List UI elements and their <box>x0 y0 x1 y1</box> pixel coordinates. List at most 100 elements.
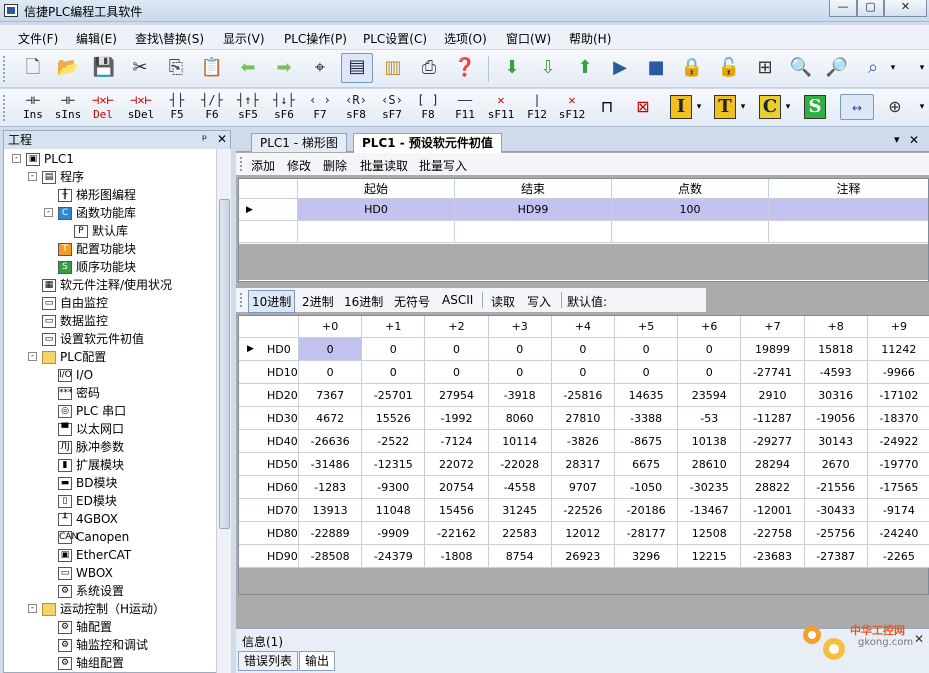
save-icon[interactable]: 💾 <box>91 55 117 81</box>
stop-icon[interactable]: ■ <box>643 55 669 81</box>
value-cell[interactable]: 0 <box>425 338 489 361</box>
value-cell[interactable]: -22162 <box>425 522 489 545</box>
value-cell[interactable]: 0 <box>299 338 363 361</box>
value-cell[interactable]: -9909 <box>362 522 426 545</box>
tree-item[interactable]: 运动控制（H运动） <box>42 600 165 618</box>
value-cell[interactable]: -9174 <box>867 499 929 522</box>
binoculars-icon[interactable]: ⌖ <box>307 55 333 81</box>
empty-row-header[interactable] <box>239 221 298 243</box>
value-cell[interactable]: 23594 <box>678 384 742 407</box>
vertical-line-button[interactable]: | F12 <box>520 92 554 124</box>
tree-item[interactable]: ▭ 设置软元件初值 <box>42 330 144 348</box>
tree-item[interactable]: ▭ WBOX <box>58 564 113 582</box>
tree-item[interactable]: CANCanopen <box>58 528 129 546</box>
tree-item[interactable]: ⚙ 轴配置 <box>58 618 112 636</box>
paste-icon[interactable]: 📋 <box>199 55 225 81</box>
tree-item[interactable]: ⚙ 轴监控和调试 <box>58 636 148 654</box>
value-cell[interactable]: 28822 <box>741 476 805 499</box>
value-column-header[interactable]: +8 <box>804 316 868 338</box>
menu-view[interactable]: 显示(V) <box>223 30 265 47</box>
value-cell[interactable]: -30235 <box>678 476 742 499</box>
row-selector-arrow[interactable]: ▶ <box>239 199 298 221</box>
value-cell[interactable]: -3388 <box>615 407 679 430</box>
zoom-in-icon[interactable]: ⊕ <box>882 94 908 120</box>
tree-item[interactable]: ▮ 扩展模块 <box>58 456 124 474</box>
value-cell[interactable]: -27387 <box>804 545 868 568</box>
tree-item[interactable]: P 默认库 <box>74 222 128 240</box>
value-cell[interactable]: 0 <box>362 338 426 361</box>
empty-cell[interactable] <box>455 221 612 243</box>
lock-icon[interactable]: 🔒 <box>679 55 705 81</box>
tree-item[interactable]: ⚙ 轴组配置 <box>58 654 124 672</box>
read-button[interactable]: 读取 <box>491 293 515 310</box>
value-column-header[interactable]: +1 <box>362 316 426 338</box>
tree-item[interactable]: ▭ 自由监控 <box>42 294 108 312</box>
tree-item[interactable]: ▭ 数据监控 <box>42 312 108 330</box>
value-cell[interactable]: -28508 <box>299 545 363 568</box>
tree-item[interactable]: ▬ BD模块 <box>58 474 117 492</box>
menu-plc-settings[interactable]: PLC设置(C) <box>363 30 427 47</box>
pin-icon[interactable]: ᵖ <box>202 132 207 146</box>
value-cell[interactable]: -22758 <box>741 522 805 545</box>
tree-expander[interactable]: - <box>28 172 37 181</box>
value-column-header[interactable]: +2 <box>425 316 489 338</box>
tree-item[interactable]: ╨ 4GBOX <box>58 510 118 528</box>
value-cell[interactable]: -1992 <box>425 407 489 430</box>
modify-button[interactable]: 修改 <box>287 157 311 174</box>
value-cell[interactable]: -1050 <box>615 476 679 499</box>
search-document-icon[interactable]: 🔎 <box>824 55 850 81</box>
value-cell[interactable]: 3296 <box>615 545 679 568</box>
reset-coil-button[interactable]: ‹R› sF8 <box>339 92 373 124</box>
value-column-header[interactable]: +9 <box>867 316 929 338</box>
column-header-start[interactable]: 起始 <box>298 179 455 199</box>
zoom-dropdown-icon[interactable]: ⌕ <box>860 55 886 81</box>
run-icon[interactable]: ▶ <box>607 55 633 81</box>
tree-expander[interactable]: - <box>28 604 37 613</box>
tree-item[interactable]: ▦ 软元件注释/使用状况 <box>42 276 172 294</box>
back-arrow-icon[interactable]: ⬅ <box>235 55 261 81</box>
value-cell[interactable]: 8754 <box>488 545 552 568</box>
tree-item[interactable]: ▣ PLC1 <box>26 150 74 168</box>
chevron-down-icon[interactable]: ▾ <box>783 94 793 120</box>
value-cell[interactable]: -11287 <box>741 407 805 430</box>
value-cell[interactable]: -9966 <box>867 361 929 384</box>
value-cell[interactable]: 15526 <box>362 407 426 430</box>
value-cell[interactable]: 10138 <box>678 430 742 453</box>
value-cell[interactable]: -17565 <box>867 476 929 499</box>
value-cell[interactable]: -22526 <box>551 499 615 522</box>
value-cell[interactable]: -17102 <box>867 384 929 407</box>
range-end-cell[interactable]: HD99 <box>455 199 612 221</box>
horizontal-line-button[interactable]: —— F11 <box>448 92 482 124</box>
column-header-comment[interactable]: 注释 <box>769 179 928 199</box>
empty-cell[interactable] <box>769 221 928 243</box>
value-cell[interactable]: -22889 <box>299 522 363 545</box>
value-cell[interactable]: 28610 <box>678 453 742 476</box>
delete-branch-icon[interactable]: ⊠ <box>630 94 656 120</box>
value-cell[interactable]: 11048 <box>362 499 426 522</box>
tab-ladder[interactable]: PLC1 - 梯形图 <box>251 133 347 152</box>
close-icon[interactable]: ✕ <box>914 632 924 646</box>
value-cell[interactable]: 15456 <box>425 499 489 522</box>
rising-edge-button[interactable]: ┤↑├ sF5 <box>231 92 265 124</box>
chevron-down-icon[interactable]: ▾ <box>888 55 898 81</box>
tree-item[interactable]: ▀ 以太网口 <box>58 420 124 438</box>
format-ascii-button[interactable]: ASCII <box>442 293 473 307</box>
menu-help[interactable]: 帮助(H) <box>569 30 611 47</box>
value-cell[interactable]: 27810 <box>551 407 615 430</box>
value-cell[interactable]: 12508 <box>678 522 742 545</box>
value-column-header[interactable]: +7 <box>741 316 805 338</box>
value-cell[interactable]: 10114 <box>488 430 552 453</box>
value-cell[interactable]: -7124 <box>425 430 489 453</box>
empty-cell[interactable] <box>298 221 455 243</box>
value-cell[interactable]: -13467 <box>678 499 742 522</box>
value-cell[interactable]: -25756 <box>804 522 868 545</box>
value-row-header[interactable]: HD80 <box>239 522 299 545</box>
value-row-header[interactable]: HD40 <box>239 430 299 453</box>
range-comment-cell[interactable] <box>769 199 928 221</box>
new-file-icon[interactable]: 🗋 <box>20 55 46 81</box>
c-block-icon[interactable]: C <box>759 95 781 119</box>
set-coil-button[interactable]: ‹S› sF7 <box>375 92 409 124</box>
value-cell[interactable]: 15818 <box>804 338 868 361</box>
upload-arrow-icon[interactable]: ⬆ <box>572 55 598 81</box>
value-cell[interactable]: -24240 <box>867 522 929 545</box>
